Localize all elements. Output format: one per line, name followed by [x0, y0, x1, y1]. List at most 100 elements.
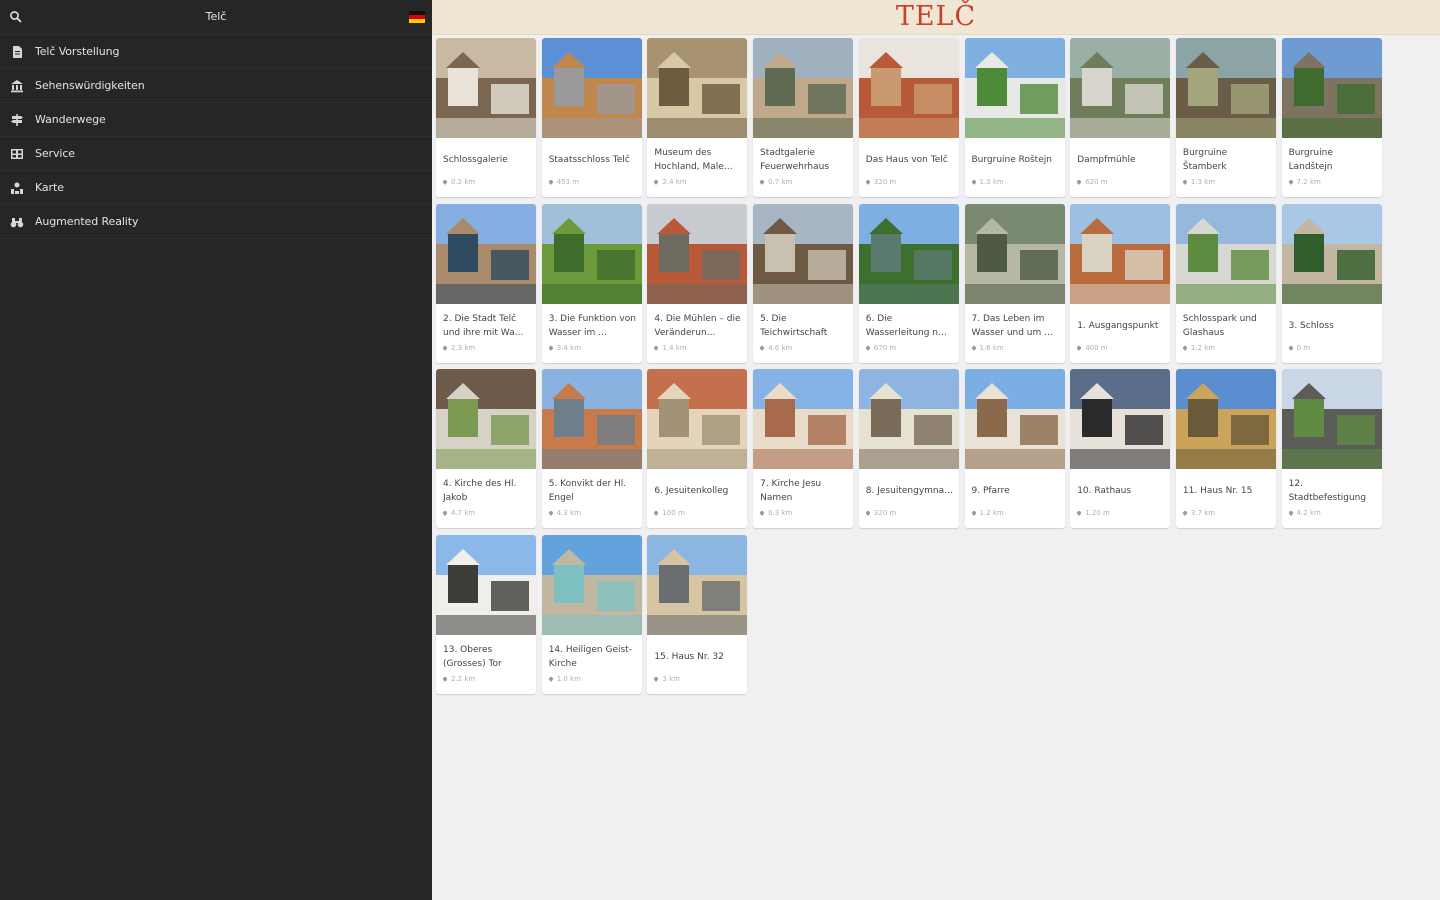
attraction-card[interactable]: 11. Haus Nr. 15 3.7 km [1175, 369, 1276, 529]
distance-text: 1.3 km [979, 178, 1004, 186]
location-pin-icon [1182, 510, 1188, 517]
attraction-photo [436, 38, 536, 138]
attraction-title: 12. Stadtbefestigung [1288, 479, 1367, 504]
location-pin-icon [547, 344, 554, 351]
attraction-photo [436, 203, 536, 304]
distance-text: 2.3 km [451, 343, 476, 352]
distance-text: 2.2 km [451, 675, 476, 684]
menu-item-service[interactable]: Service [0, 137, 432, 171]
location-pin-icon [442, 179, 448, 185]
attraction-card[interactable]: Burgruine Štamberk 1.3 km [1175, 38, 1276, 197]
attraction-card[interactable]: 6. Jesuitenkolleg 100 m [647, 369, 748, 529]
location-pin-icon [442, 676, 448, 682]
drawer-title: Telč [205, 10, 227, 23]
attraction-distance: 2.3 km [442, 343, 476, 352]
attraction-title: Schlosspark und Glashaus [1182, 313, 1257, 338]
attraction-title: 3. Schloss [1288, 320, 1334, 331]
distance-text: 3.7 km [1190, 509, 1216, 518]
service-grid-icon [11, 148, 23, 159]
location-pin-icon [1287, 510, 1294, 517]
attraction-card[interactable]: 14. Heiligen Geist-Kirche 1.0 km [541, 535, 642, 695]
attraction-card[interactable]: Stadtgalerie Feuerwehrhaus 0.7 km [753, 38, 854, 197]
attraction-card[interactable]: 7. Kirche Jesu Namen 0.3 km [753, 369, 854, 529]
distance-text: 4.3 km [556, 509, 581, 518]
menu-item-telc-vorstellung[interactable]: Telč Vorstellung [0, 35, 432, 69]
attraction-distance: 1.3 km [970, 178, 1004, 186]
attraction-card[interactable]: Burgruine Roštejn 1.3 km [964, 38, 1065, 197]
attraction-title: 9. Pfarre [971, 486, 1010, 497]
attraction-card[interactable]: 4. Kirche des Hl. Jakob 4.7 km [436, 369, 536, 529]
attraction-card[interactable]: 3. Die Funktion von Wasser im … 3.4 km [541, 203, 642, 363]
location-pin-icon [442, 344, 448, 351]
attraction-card[interactable]: 7. Das Leben im Wasser und um … 1.6 km [964, 203, 1065, 363]
attraction-title: 6. Die Wasserleitung n… [865, 313, 948, 338]
menu-label: Sehenswürdigkeiten [35, 79, 145, 92]
location-pin-icon [653, 676, 660, 682]
attraction-title: 7. Kirche Jesu Namen [760, 479, 822, 504]
distance-text: 1.2 km [979, 509, 1004, 518]
attraction-card[interactable]: 13. Oberes (Grosses) Tor 2.2 km [436, 535, 536, 695]
attraction-title: Das Haus von Telč [865, 155, 948, 165]
distance-text: 4.2 km [1296, 509, 1321, 518]
attraction-title: Staatsschloss Telč [548, 155, 630, 165]
attraction-distance: 7.2 km [1287, 178, 1321, 186]
attraction-distance: 1.2 km [970, 509, 1004, 518]
attraction-photo [541, 203, 642, 304]
attraction-photo [436, 535, 536, 636]
attraction-title: 4. Die Mühlen – die Veränderun… [654, 313, 741, 338]
attraction-distance: 3.4 km [547, 344, 581, 352]
attraction-title: Burgruine Štamberk [1182, 148, 1228, 172]
attraction-distance: 0.2 km [442, 178, 475, 186]
distance-text: 1.4 km [662, 343, 687, 352]
attraction-distance: 3 km [653, 675, 680, 683]
drawer-header: Telč [0, 0, 432, 35]
germany-flag-icon[interactable] [409, 11, 425, 23]
menu-item-karte[interactable]: Karte [0, 171, 432, 205]
attraction-photo [1281, 203, 1382, 304]
attraction-card[interactable]: Das Haus von Telč 320 m [858, 38, 959, 197]
attraction-card[interactable]: 1. Ausgangspunkt 400 m [1070, 203, 1171, 363]
distance-text: 1.3 km [1190, 178, 1216, 186]
distance-text: 4.7 km [451, 509, 476, 518]
attraction-distance: 1.4 km [653, 343, 687, 352]
attraction-photo [753, 369, 854, 470]
attraction-photo [541, 369, 642, 470]
menu-item-augmented-reality[interactable]: Augmented Reality [0, 205, 432, 239]
attraction-card[interactable]: Schlosspark und Glashaus 1.2 km [1175, 203, 1276, 363]
menu-item-sehenswuerdigkeiten[interactable]: Sehenswürdigkeiten [0, 69, 432, 103]
attraction-card[interactable]: 2. Die Stadt Telč und ihre mit Wa… 2.3 km [436, 203, 536, 363]
museum-icon [11, 79, 23, 92]
distance-text: 7.2 km [1296, 178, 1321, 186]
attraction-title: 5. Konvikt der Hl. Engel [548, 479, 627, 504]
attraction-card[interactable]: 15. Haus Nr. 32 3 km [647, 535, 748, 695]
attraction-card[interactable]: Schlossgalerie 0.2 km [436, 38, 536, 197]
attraction-distance: 1.6 km [970, 344, 1004, 352]
attraction-distance: 0 m [1287, 344, 1310, 352]
attraction-card[interactable]: 5. Die Teichwirtschaft 4.6 km [753, 203, 854, 363]
attraction-card[interactable]: 10. Rathaus 1.20 m [1070, 369, 1171, 529]
location-pin-icon [759, 510, 765, 517]
menu-item-wanderwege[interactable]: Wanderwege [0, 103, 432, 137]
attraction-card[interactable]: 9. Pfarre 1.2 km [964, 369, 1065, 529]
attraction-card[interactable]: 6. Die Wasserleitung n… 670 m [858, 203, 959, 363]
attraction-card[interactable]: 5. Konvikt der Hl. Engel 4.3 km [541, 369, 642, 529]
attraction-card[interactable]: Museum des Hochland, Male… 2.4 km [647, 38, 748, 197]
attraction-photo [964, 38, 1065, 138]
location-pin-icon [1182, 344, 1188, 351]
attraction-photo [858, 38, 959, 138]
attraction-distance: 320 m [864, 178, 896, 186]
attraction-card[interactable]: 8. Jesuitengymna… 320 m [858, 369, 959, 529]
attraction-card[interactable]: 4. Die Mühlen – die Veränderun… 1.4 km [647, 203, 748, 363]
attraction-card[interactable]: 3. Schloss 0 m [1281, 203, 1382, 363]
attraction-title: Stadtgalerie Feuerwehrhaus [760, 148, 830, 172]
attraction-card[interactable]: Dampfmühle 620 m [1070, 38, 1171, 197]
attraction-card[interactable]: 12. Stadtbefestigung 4.2 km [1281, 369, 1382, 529]
distance-text: 453 m [556, 178, 580, 186]
attraction-card[interactable]: Staatsschloss Telč 453 m [541, 38, 642, 197]
signpost-icon [11, 113, 23, 126]
document-icon [13, 45, 22, 58]
attraction-photo [858, 369, 959, 470]
location-pin-icon [1287, 344, 1294, 351]
attraction-distance: 4.3 km [547, 509, 581, 518]
attraction-card[interactable]: Burgruine Landštejn 7.2 km [1281, 38, 1382, 197]
